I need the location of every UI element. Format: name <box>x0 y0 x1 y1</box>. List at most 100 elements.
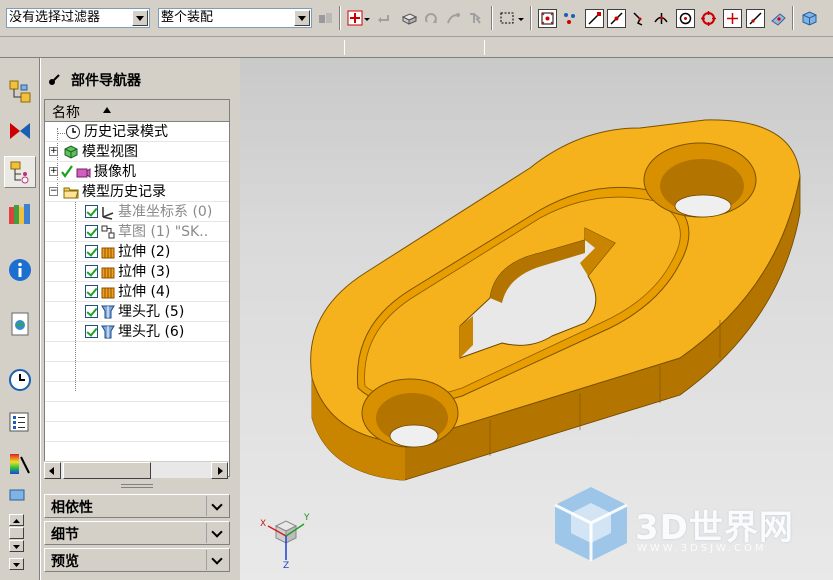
snap-line-end-button[interactable] <box>585 9 604 28</box>
line-midpoint-icon <box>610 12 623 25</box>
tree-row-countersink-6[interactable]: 埋头孔 (6) <box>45 322 229 342</box>
expand-plus-icon[interactable]: + <box>49 167 58 176</box>
system-materials-tab[interactable] <box>4 406 36 438</box>
solid-body-icon <box>401 13 418 25</box>
visibility-checkbox[interactable] <box>85 285 98 298</box>
tree-row-extrude-2[interactable]: 拉伸 (2) <box>45 242 229 262</box>
visibility-checkbox[interactable] <box>85 225 98 238</box>
rotate-button[interactable] <box>422 9 441 28</box>
analysis-gradient-icon <box>10 454 30 474</box>
arc-center-icon <box>679 12 692 25</box>
expand-plus-icon[interactable]: + <box>49 147 58 156</box>
info-icon <box>9 259 31 281</box>
dependencies-title: 相依性 <box>51 500 93 516</box>
chevron-down-icon <box>364 18 370 21</box>
point-on-face-icon <box>771 13 786 26</box>
web-browser-tab[interactable] <box>4 308 36 340</box>
hd3d-tools-tab[interactable] <box>4 254 36 286</box>
navigator-tree[interactable]: 名称 历史记录模式 + 模型视图 + 摄像机 − 模型历史记录 基准坐标系 (0… <box>44 99 230 477</box>
chevron-down-icon[interactable] <box>206 550 228 570</box>
undo-button[interactable] <box>375 9 394 28</box>
toolbar-separator <box>491 6 493 30</box>
snap-point-on-curve-button[interactable] <box>746 9 765 28</box>
selection-scope-combo[interactable]: 整个装配 <box>158 8 312 28</box>
tree-row-extrude-3[interactable]: 拉伸 (3) <box>45 262 229 282</box>
navigator-header: 部件导航器 <box>47 66 141 94</box>
chevron-down-icon[interactable] <box>206 523 228 543</box>
visibility-checkbox[interactable] <box>85 245 98 258</box>
snap-multi-icon <box>564 13 575 24</box>
sort-ascending-icon <box>103 107 111 113</box>
process-studio-tab[interactable] <box>4 448 36 480</box>
visibility-checkbox[interactable] <box>85 325 98 338</box>
scroll-mid-button[interactable] <box>9 527 24 539</box>
scroll-thumb[interactable] <box>63 462 151 479</box>
pan-button[interactable] <box>444 9 463 28</box>
graphics-viewport[interactable]: 3D世界网 WWW.3DSJW.COM X Y Z <box>240 58 833 580</box>
rectangle-select-button[interactable] <box>498 9 517 28</box>
view-triad[interactable]: X Y Z <box>254 508 314 568</box>
library-books-icon <box>9 204 30 224</box>
panel-splitter-handle[interactable] <box>121 484 153 488</box>
toolbar-separator <box>339 6 341 30</box>
scroll-up-button[interactable] <box>9 514 24 526</box>
tree-row-history-mode[interactable]: 历史记录模式 <box>45 122 229 142</box>
clock-icon <box>66 125 80 139</box>
tree-item-label: 基准坐标系 (0) <box>118 204 213 220</box>
snap-midpoint-button[interactable] <box>607 9 626 28</box>
snap-grid-button[interactable] <box>560 9 579 28</box>
type-filter-combo[interactable]: 没有选择过滤器 <box>6 8 150 28</box>
assembly-filter-button[interactable] <box>316 9 335 28</box>
chevron-down-icon[interactable] <box>206 496 228 516</box>
tree-row-sketch[interactable]: 草图 (1) "SK.. <box>45 222 229 242</box>
details-title: 细节 <box>51 527 79 543</box>
chevron-down-icon[interactable] <box>294 10 310 26</box>
scroll-right-button[interactable] <box>211 462 228 479</box>
visibility-checkbox[interactable] <box>85 205 98 218</box>
tree-row-model-history[interactable]: − 模型历史记录 <box>45 182 229 202</box>
tree-horizontal-scrollbar[interactable] <box>44 461 228 479</box>
constraint-navigator-tab[interactable] <box>4 116 36 148</box>
tree-row-cameras[interactable]: + 摄像机 <box>45 162 229 182</box>
snap-endpoint-button[interactable] <box>538 9 557 28</box>
through-hole-left <box>389 424 439 448</box>
scroll-end-button[interactable] <box>9 558 24 570</box>
pin-icon[interactable] <box>47 73 61 87</box>
part-navigator-tab[interactable] <box>4 156 36 188</box>
toolbar-separator <box>792 6 794 30</box>
dependencies-section[interactable]: 相依性 <box>44 494 230 518</box>
tree-row-model-views[interactable]: + 模型视图 <box>45 142 229 162</box>
reuse-library-tab[interactable] <box>4 198 36 230</box>
snap-point-on-face-button[interactable] <box>769 9 788 28</box>
tree-row-empty <box>45 362 229 382</box>
preview-section[interactable]: 预览 <box>44 548 230 572</box>
snap-control-point-button[interactable] <box>629 9 648 28</box>
3d-view-button[interactable] <box>800 9 819 28</box>
visibility-checkbox[interactable] <box>85 265 98 278</box>
select-body-button[interactable] <box>400 9 419 28</box>
snap-intersection-button[interactable] <box>652 9 671 28</box>
column-header-name[interactable]: 名称 <box>45 100 229 122</box>
zoom-button[interactable] <box>466 9 485 28</box>
assembly-navigator-tab[interactable] <box>4 76 36 108</box>
existing-point-icon <box>727 13 738 24</box>
scroll-left-button[interactable] <box>44 462 61 479</box>
select-mode-dropdown[interactable] <box>516 9 526 28</box>
snap-arc-center-button[interactable] <box>676 9 695 28</box>
history-tab[interactable] <box>4 364 36 396</box>
scroll-down-button[interactable] <box>9 540 24 552</box>
tree-row-extrude-4[interactable]: 拉伸 (4) <box>45 282 229 302</box>
details-section[interactable]: 细节 <box>44 521 230 545</box>
snap-dropdown-button[interactable] <box>362 9 372 28</box>
visibility-checkbox[interactable] <box>85 305 98 318</box>
snap-quadrant-button[interactable] <box>699 9 718 28</box>
tree-item-label: 拉伸 (3) <box>118 264 171 280</box>
collapse-minus-icon[interactable]: − <box>49 187 58 196</box>
chevron-down-icon[interactable] <box>132 10 148 26</box>
tree-row-countersink-5[interactable]: 埋头孔 (5) <box>45 302 229 322</box>
countersink-hole-icon <box>101 325 115 339</box>
snap-existing-point-button[interactable] <box>723 9 742 28</box>
tree-row-datum-csys[interactable]: 基准坐标系 (0) <box>45 202 229 222</box>
roles-tab[interactable] <box>4 484 36 506</box>
toolbar-separator <box>484 40 485 55</box>
